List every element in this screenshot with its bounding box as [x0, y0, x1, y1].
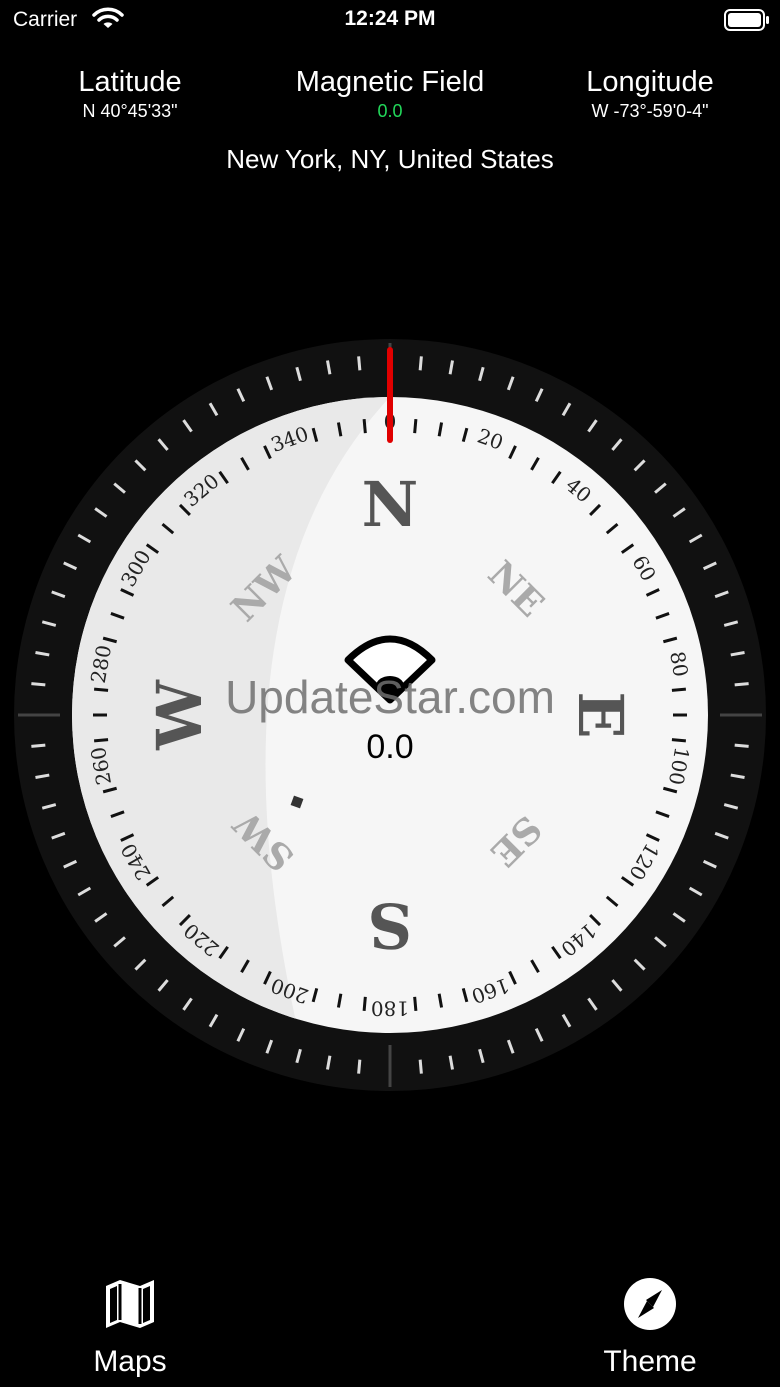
tab-maps[interactable]: Maps [0, 1276, 260, 1379]
cardinal-letter: N [362, 468, 419, 541]
inner-tick [362, 996, 367, 1012]
inner-tick [413, 996, 418, 1012]
outer-tick [357, 356, 362, 371]
tab-maps-label: Maps [93, 1345, 167, 1378]
cardinal-letter: S [368, 889, 413, 962]
watermark-text: UpdateStar.com [225, 671, 555, 723]
heading-value: 0.0 [366, 728, 414, 766]
compass-icon [520, 1276, 780, 1337]
map-icon [0, 1276, 260, 1337]
outer-tick [357, 1059, 362, 1074]
outer-tick [418, 1059, 423, 1074]
outer-tick [418, 356, 423, 371]
inner-tick [413, 418, 418, 434]
tab-theme-label: Theme [603, 1345, 697, 1378]
degree-label: 180 [371, 997, 409, 1021]
tab-theme[interactable]: Theme [520, 1276, 780, 1379]
inner-tick [362, 418, 367, 434]
